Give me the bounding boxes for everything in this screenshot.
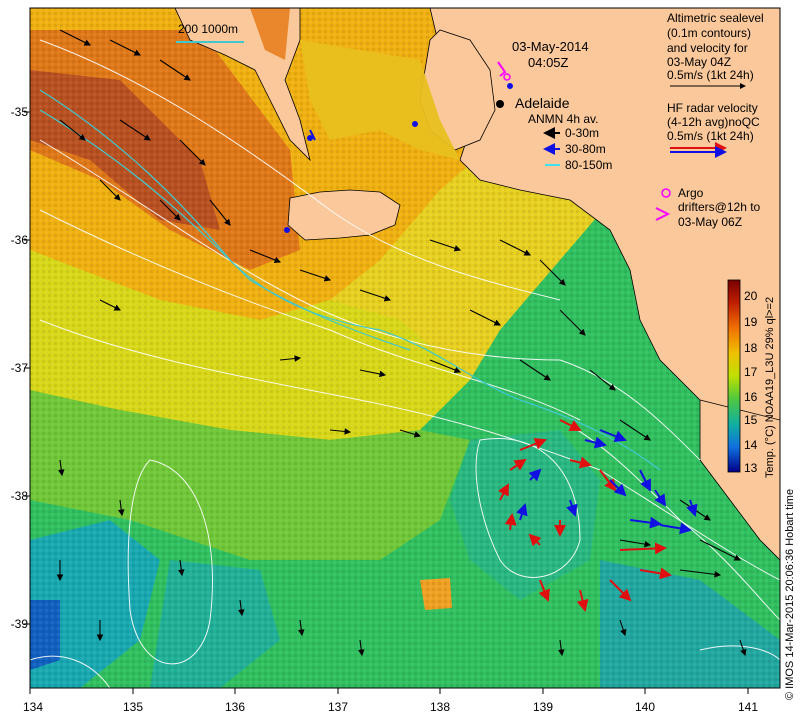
colorbar-tick: 15 [744, 413, 758, 427]
x-tick: 138 [429, 700, 451, 714]
legend-line: HF radar velocity [667, 101, 758, 115]
y-tick: -39 [10, 617, 28, 631]
colorbar-tick: 19 [744, 315, 758, 329]
legend-line: and velocity for [667, 41, 748, 55]
map-date: 03-May-2014 [512, 39, 589, 54]
x-tick: 139 [532, 700, 554, 714]
x-tick: 141 [737, 700, 759, 714]
legend-line: (0.1m contours) [667, 26, 752, 40]
map-time: 04:05Z [528, 55, 569, 70]
anmn-item: 0-30m [565, 126, 600, 140]
anmn-item: 30-80m [565, 142, 606, 156]
colorbar-tick: 14 [744, 438, 758, 452]
legend-line: (4-12h avg)noQC [667, 115, 760, 129]
y-tick: -35 [10, 105, 28, 119]
x-tick: 137 [327, 700, 349, 714]
colorbar-tick: 17 [744, 365, 758, 379]
city-label: Adelaide [515, 95, 570, 111]
y-tick: -38 [10, 489, 28, 503]
colorbar-tick: 18 [744, 341, 758, 355]
colorbar-tick: 13 [744, 461, 758, 475]
legend-line: Altimetric sealevel [667, 11, 764, 25]
anmn-title: ANMN 4h av. [528, 112, 599, 126]
scale-bar-label: 200 1000m [178, 22, 239, 36]
adelaide-marker [496, 100, 504, 108]
x-tick: 136 [224, 700, 246, 714]
legend-line: drifters@12h to [678, 200, 761, 214]
colorbar-tick: 16 [744, 390, 758, 404]
legend-line: 03-May 06Z [678, 215, 743, 229]
y-tick: -37 [10, 361, 28, 375]
credit-text: © IMOS 14-Mar-2015 20:06:36 Hobart time [784, 488, 796, 700]
legend-line: 0.5m/s (1kt 24h) [667, 68, 754, 82]
x-tick: 140 [634, 700, 656, 714]
x-tick: 135 [122, 700, 144, 714]
colorbar [727, 279, 741, 473]
colorbar-label: Temp. (°C) NOAA19_L3U 29% ql>=2 [764, 296, 776, 478]
x-tick: 134 [22, 700, 44, 714]
anmn-item: 80-150m [565, 158, 613, 172]
legend-line: 0.5m/s (1kt 24h) [667, 129, 754, 143]
legend-line: Argo [678, 186, 704, 200]
colorbar-tick: 20 [744, 289, 758, 303]
y-tick: -36 [10, 233, 28, 247]
